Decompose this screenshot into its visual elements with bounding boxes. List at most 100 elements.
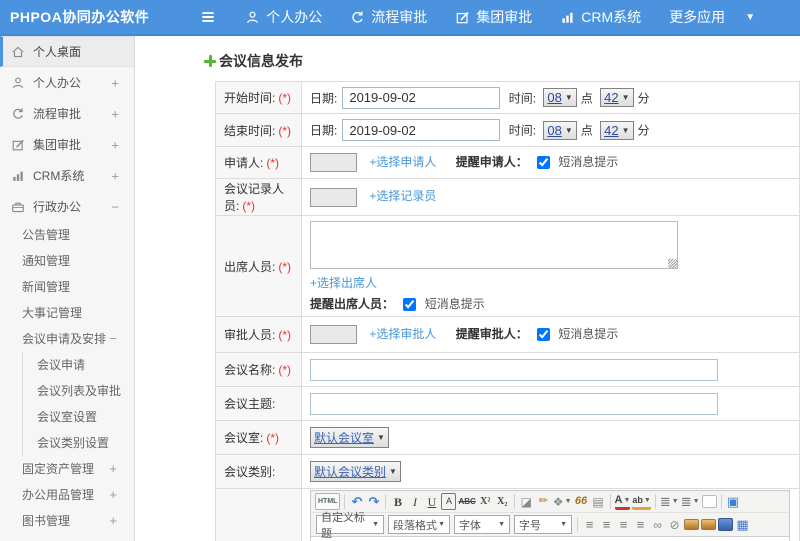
sidebar-item-crm-system[interactable]: CRM系统 + [0,160,134,191]
topnav-item-workflow-approval[interactable]: 流程审批 [350,7,427,27]
insert-table-button[interactable]: ▦ [735,516,750,533]
brush-button[interactable]: ✏ [536,493,551,510]
topnav-item-more-apps[interactable]: 更多应用 ▼ [669,7,755,27]
choose-approver-link[interactable]: +选择审批人 [369,327,436,341]
font-family-label: 字体 [459,519,481,532]
sidebar-item-personal-desktop[interactable]: 个人桌面 [0,36,134,67]
sidebar-item-news-mgmt[interactable]: 新闻管理 [0,274,134,300]
align-center-button[interactable]: ≡ [599,516,614,533]
align-justify-button[interactable]: ≡ [633,516,648,533]
sidebar-item-announcement-mgmt[interactable]: 公告管理 [0,222,134,248]
sidebar-item-notice-mgmt[interactable]: 通知管理 [0,248,134,274]
sidebar-item-meeting-apply-arrange[interactable]: 会议申请及安排 − [0,326,134,352]
bold-button[interactable]: B [390,493,405,510]
sidebar-item-group-approval[interactable]: 集团审批 + [0,129,134,160]
italic-button[interactable]: I [407,493,422,510]
insert-media-button[interactable] [718,518,733,531]
eraser-button[interactable]: ◪ [519,493,534,510]
end-minute-select[interactable]: 42 ▼ [600,120,634,140]
chevron-down-icon: ▼ [564,93,573,102]
paragraph-format-select[interactable]: 段落格式 ▼ [388,515,450,534]
meeting-category-select[interactable]: 默认会议类别 ▼ [310,461,401,482]
remove-format-button[interactable]: A [441,493,457,510]
align-right-button[interactable]: ≡ [616,516,631,533]
main-content: 会议信息发布 开始时间:(*) 日期: 时间: 08▼点 42▼分 结束时间:(… [136,36,800,541]
unlink-button[interactable]: ⊘ [667,516,682,533]
sidebar-item-meeting-list-approval[interactable]: 会议列表及审批 [22,378,134,404]
expand-icon[interactable]: + [111,168,119,183]
start-minute-select[interactable]: 42 ▼ [600,88,634,107]
collapse-icon[interactable]: − [109,330,117,348]
topnav-item-crm-system[interactable]: CRM系统 [560,7,641,27]
editor-content-area[interactable] [311,536,789,541]
menu-icon[interactable] [199,8,217,26]
sidebar-item-meeting-apply[interactable]: 会议申请 [22,352,134,378]
unordered-list-button[interactable]: ≣ ▼ [681,493,700,510]
resize-handle-icon[interactable] [668,259,677,268]
insert-image-button[interactable] [684,519,699,530]
start-hour-select[interactable]: 08 ▼ [543,88,577,107]
sidebar-item-meeting-category-setting[interactable]: 会议类别设置 [22,430,134,456]
font-color-button[interactable]: A ▼ [614,493,631,510]
sidebar-item-memorabilia-mgmt[interactable]: 大事记管理 [0,300,134,326]
sms-remind-checkbox[interactable] [403,298,417,312]
sidebar-item-meeting-room-setting[interactable]: 会议室设置 [22,404,134,430]
expand-icon[interactable]: + [109,512,117,530]
highlight-color-button[interactable]: ab ▼ [632,493,651,510]
align-left-button[interactable]: ≡ [582,516,597,533]
page-title: 会议信息发布 [204,51,303,71]
screenshot-button[interactable] [701,519,716,530]
custom-title-select[interactable]: 自定义标题 ▼ [316,512,384,540]
minute-suffix: 分 [637,123,650,138]
expand-icon[interactable]: + [111,75,119,90]
redo-button[interactable]: ↷ [366,493,381,510]
undo-button[interactable]: ↶ [349,493,364,510]
sidebar-item-fixed-asset-mgmt[interactable]: 固定资产管理 + [0,456,134,482]
sidebar-item-admin-office[interactable]: 行政办公 − [0,191,134,222]
sidebar-item-personal-office[interactable]: 个人办公 + [0,67,134,98]
strikethrough-button[interactable]: ABC [458,493,475,510]
collapse-icon[interactable]: − [111,199,119,214]
format-painter-button[interactable]: ❖ ▼ [553,493,572,510]
superscript-button[interactable]: X² [478,493,493,510]
meeting-form-table: 开始时间:(*) 日期: 时间: 08▼点 42▼分 结束时间:(*) 日期: … [215,81,800,541]
underline-button[interactable]: U [424,493,439,510]
choose-attendees-link[interactable]: +选择出席人 [310,276,377,290]
sidebar-item-workflow-approval[interactable]: 流程审批 + [0,98,134,129]
end-hour-select[interactable]: 08 ▼ [543,120,577,140]
meeting-subject-input[interactable] [310,392,718,415]
link-button[interactable]: ∞ [650,516,665,533]
approver-input[interactable] [310,325,357,345]
fullscreen-button[interactable]: ▣ [726,493,741,510]
sms-remind-checkbox[interactable] [537,156,551,170]
topnav-item-personal-office[interactable]: 个人办公 [245,7,322,27]
end-date-input[interactable] [342,119,501,141]
recorder-input[interactable] [310,187,357,207]
font-size-select[interactable]: 字号 ▼ [514,515,572,534]
meeting-name-input[interactable] [310,358,718,381]
subscript-button[interactable]: X₂ [495,493,510,510]
caret-down-icon: ▼ [671,498,679,505]
sidebar-item-office-supplies-mgmt[interactable]: 办公用品管理 + [0,482,134,508]
topnav-item-group-approval[interactable]: 集团审批 [455,7,532,27]
expand-icon[interactable]: + [111,137,119,152]
choose-recorder-link[interactable]: +选择记录员 [369,189,436,203]
applicant-input[interactable] [310,153,357,173]
expand-icon[interactable]: + [111,106,119,121]
font-family-select[interactable]: 字体 ▼ [454,515,510,534]
expand-icon[interactable]: + [109,486,117,504]
sidebar-item-label: 办公用品管理 [22,488,95,502]
sms-remind-checkbox[interactable] [537,328,551,342]
caret-down-icon: ▼ [438,521,445,528]
attendees-textarea[interactable] [310,221,678,269]
paste-button[interactable]: ▤ [591,493,606,510]
html-source-button[interactable]: HTML [315,493,341,510]
sidebar-item-book-mgmt[interactable]: 图书管理 + [0,508,134,534]
ordered-list-button[interactable]: ≣ ▼ [660,493,679,510]
choose-applicant-link[interactable]: +选择申请人 [369,155,436,169]
start-date-input[interactable] [342,86,501,109]
expand-icon[interactable]: + [109,460,117,478]
new-document-button[interactable] [701,495,717,508]
meeting-room-select[interactable]: 默认会议室 ▼ [310,427,389,448]
blockquote-button[interactable]: 66 [574,493,589,510]
